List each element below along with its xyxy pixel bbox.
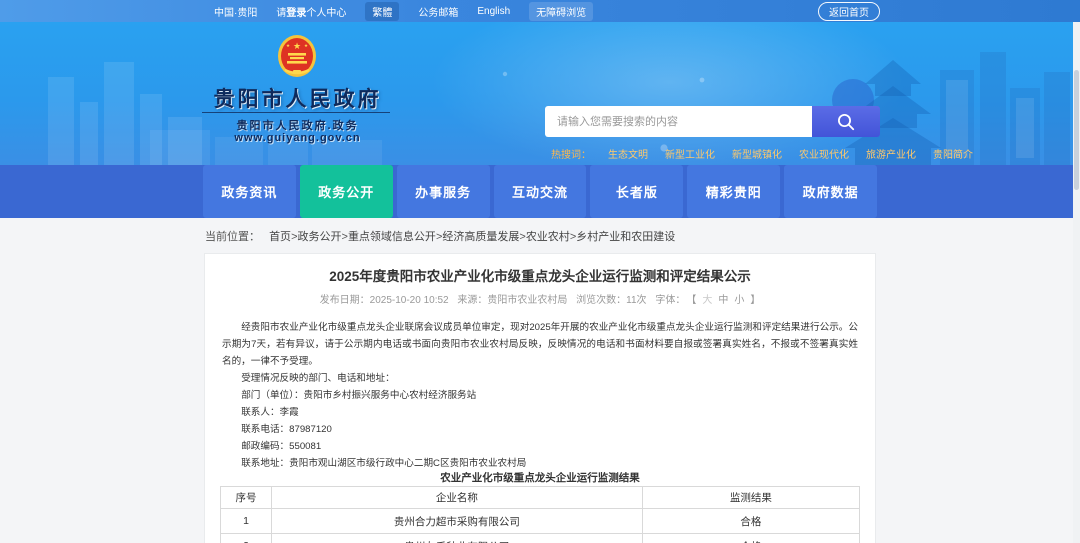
hot-word-link[interactable]: 贵阳简介 [933,146,973,161]
login-prefix: 请 [276,7,287,19]
search-icon [838,113,855,130]
font-size-large-button[interactable]: 大 [702,295,712,306]
article-paragraph: 经贵阳市农业产业化市级重点龙头企业联席会议成员单位审定，现对2025年开展的农业… [222,322,858,367]
publish-date: 发布日期：2025-10-20 10:52 [319,295,449,306]
col-header-result: 监测结果 [641,486,861,509]
nav-tab-highlights[interactable]: 精彩贵阳 [687,165,781,218]
cell-company: 贵州合力超市采购有限公司 [271,508,643,534]
logo-divider [202,112,390,113]
search-bar [545,106,880,137]
hot-search-row: 热搜词： 生态文明 新型工业化 新型城镇化 农业现代化 旅游产业化 贵阳简介 [551,146,973,161]
hot-word-link[interactable]: 新型城镇化 [732,146,782,161]
topbar: 中国·贵阳 请登录个人中心 繁體 公务邮箱 English 无障碍浏览 返回首页 [0,0,1080,22]
article-body: 经贵阳市农业产业化市级重点龙头企业联席会议成员单位审定，现对2025年开展的农业… [222,319,858,472]
scrollbar-thumb[interactable] [1074,70,1079,190]
svg-text:★: ★ [286,43,290,48]
breadcrumb: 当前位置： 首页>政务公开>重点领域信息公开>经济高质量发展>农业农村>乡村产业… [205,228,675,244]
main-navbar: 政务资讯 政务公开 办事服务 互动交流 长者版 精彩贵阳 政府数据 [0,165,1080,218]
article-meta: 发布日期：2025-10-20 10:52 来源：贵阳市农业农村局 浏览次数：1… [205,295,875,307]
article-title: 2025年度贵阳市农业产业化市级重点龙头企业运行监测和评定结果公示 [329,269,751,284]
national-emblem-icon: ★ ★ ★ [278,35,316,77]
search-button[interactable] [812,106,880,137]
hot-word-link[interactable]: 旅游产业化 [866,146,916,161]
breadcrumb-agriculture[interactable]: 农业农村 [526,231,570,243]
nav-tab-news[interactable]: 政务资讯 [203,165,296,218]
breadcrumb-disclosure[interactable]: 政务公开 [298,231,342,243]
monitor-result-table: 序号 企业名称 监测结果 1 贵州合力超市采购有限公司 合格 2 贵州友禾种业有… [219,486,861,543]
font-size-medium-button[interactable]: 中 [718,295,728,306]
font-size-label: 字体： [655,295,686,306]
topbar-english-link[interactable]: English [477,6,510,17]
font-size-small-button[interactable]: 小 [734,295,744,306]
topbar-accessibility-link[interactable]: 无障碍浏览 [529,1,594,21]
site-subtitle: 贵阳市人民政府.政务 [236,120,359,132]
table-row: 2 贵州友禾种业有限公司 合格 [219,533,861,543]
topbar-login-link[interactable]: 请登录个人中心 [276,4,346,19]
bracket: 【 [691,295,697,306]
breadcrumb-economy[interactable]: 经济高质量发展 [442,231,519,243]
nav-tab-interaction[interactable]: 互动交流 [493,165,587,218]
table-row: 1 贵州合力超市采购有限公司 合格 [219,508,861,534]
col-header-company: 企业名称 [271,486,643,509]
article-paragraph: 受理情况反映的部门、电话和地址： [241,373,395,384]
login-strong: 登录 [286,7,307,19]
login-suffix: 个人中心 [306,7,347,19]
contact-postcode: 邮政编码：550081 [241,441,322,452]
svg-text:★: ★ [304,43,308,48]
nav-tab-disclosure[interactable]: 政务公开 [299,165,393,218]
contact-phone: 联系电话：87987120 [241,424,332,435]
site-logo[interactable]: ★ ★ ★ 贵阳市人民政府 贵阳市人民政府.政务 www.guiyang.gov… [200,22,395,165]
view-count: 浏览次数：11次 [576,295,647,306]
breadcrumb-key-areas[interactable]: 重点领域信息公开 [348,231,436,243]
article-card: 2025年度贵阳市农业产业化市级重点龙头企业运行监测和评定结果公示 发布日期：2… [204,253,876,543]
nav-tab-services[interactable]: 办事服务 [396,165,490,218]
back-home-button[interactable]: 返回首页 [818,1,880,21]
table-title: 农业产业化市级重点龙头企业运行监测结果 [440,472,640,484]
table-header-row: 序号 企业名称 监测结果 [219,486,861,509]
topbar-traditional-link[interactable]: 繁體 [365,1,400,21]
breadcrumb-label: 当前位置： [205,231,260,243]
cell-result: 合格 [641,533,861,543]
search-input[interactable] [545,106,812,137]
cell-result: 合格 [641,508,861,534]
contact-address: 联系地址：贵阳市观山湖区市级行政中心二期C区贵阳市农业农村局 [241,458,527,469]
breadcrumb-home[interactable]: 首页 [269,231,291,243]
header-banner: ★ ★ ★ 贵阳市人民政府 贵阳市人民政府.政务 www.guiyang.gov… [0,22,1080,165]
topbar-region-link[interactable]: 中国·贵阳 [214,4,257,19]
contact-dept: 部门（单位）：贵阳市乡村振兴服务中心农村经济服务站 [241,390,477,401]
nav-tab-elderly[interactable]: 长者版 [590,165,684,218]
hot-word-link[interactable]: 农业现代化 [799,146,849,161]
site-url: www.guiyang.gov.cn [234,132,361,144]
scrollbar-track[interactable] [1073,22,1080,543]
col-header-index: 序号 [219,486,273,509]
hot-word-link[interactable]: 新型工业化 [665,146,715,161]
cell-index: 2 [219,533,273,543]
article-source: 来源：贵阳市农业农村局 [457,295,568,306]
hot-word-link[interactable]: 生态文明 [608,146,648,161]
cell-company: 贵州友禾种业有限公司 [271,533,643,543]
svg-text:★: ★ [293,41,301,51]
breadcrumb-rural-industry[interactable]: 乡村产业和农田建设 [576,231,675,243]
page-content-area: 当前位置： 首页>政务公开>重点领域信息公开>经济高质量发展>农业农村>乡村产业… [0,218,1080,543]
contact-person: 联系人：李霞 [241,407,299,418]
topbar-mail-link[interactable]: 公务邮箱 [418,4,458,19]
bracket: 】 [750,295,761,306]
cell-index: 1 [219,508,273,534]
skyline-decoration [48,52,1070,165]
hot-search-label: 热搜词： [551,150,591,161]
site-title: 贵阳市人民政府 [213,88,382,111]
nav-tab-data[interactable]: 政府数据 [784,165,878,218]
